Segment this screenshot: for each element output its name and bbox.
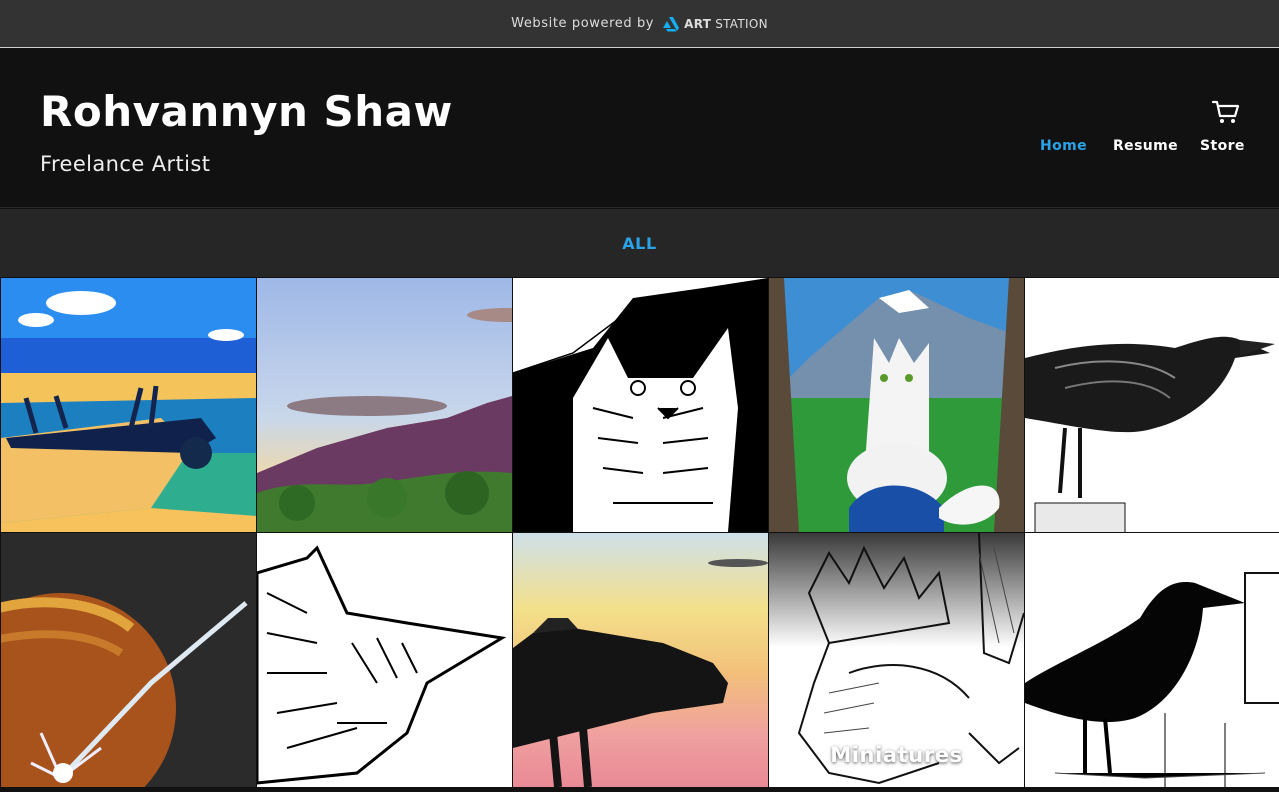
white-fox-painting-image xyxy=(769,278,1024,532)
artwork-tile-crow[interactable] xyxy=(1025,533,1279,787)
crow-drawing-image xyxy=(1025,533,1279,787)
artwork-tile-planet-impact[interactable] xyxy=(1,533,256,787)
artwork-tile-jet-silhouette[interactable] xyxy=(513,533,768,787)
brand-bold-text: ART xyxy=(684,16,712,31)
artwork-tile-mountain-sunset[interactable] xyxy=(257,278,512,532)
sleeping-kitten-image xyxy=(257,533,512,787)
artwork-tile-raven[interactable] xyxy=(1025,278,1279,532)
site-title[interactable]: Rohvannyn Shaw xyxy=(40,87,453,136)
bobcat-drawing-image xyxy=(513,278,768,532)
tile-caption-miniatures: Miniatures xyxy=(830,743,963,767)
nav-store[interactable]: Store xyxy=(1200,138,1245,154)
jet-silhouette-image xyxy=(513,533,768,787)
artwork-grid: Miniatures xyxy=(0,277,1279,792)
brand-light-text: STATION xyxy=(715,16,768,31)
artstation-logo-icon xyxy=(663,16,680,31)
artwork-tile-biplane[interactable] xyxy=(1,278,256,532)
artwork-tile-miniatures[interactable]: Miniatures xyxy=(769,533,1024,787)
powered-by-text: Website powered by xyxy=(511,16,655,31)
artwork-tile-bobcat[interactable] xyxy=(513,278,768,532)
shopping-cart-icon[interactable] xyxy=(1211,99,1241,125)
filter-all[interactable]: ALL xyxy=(622,234,657,253)
raven-drawing-image xyxy=(1025,278,1279,532)
biplane-painting-image xyxy=(1,278,256,532)
site-subtitle: Freelance Artist xyxy=(40,152,211,176)
category-filter-bar: ALL xyxy=(0,209,1279,277)
artstation-logo-link[interactable]: ART STATION xyxy=(662,16,768,32)
mountain-sunset-image xyxy=(257,278,512,532)
nav-home[interactable]: Home xyxy=(1040,138,1087,154)
artwork-tile-white-fox[interactable] xyxy=(769,278,1024,532)
artwork-tile-sleeping-kitten[interactable] xyxy=(257,533,512,787)
planet-impact-image xyxy=(1,533,256,787)
site-header: Rohvannyn Shaw Freelance Artist Home Res… xyxy=(0,49,1279,208)
nav-resume[interactable]: Resume xyxy=(1113,138,1178,154)
powered-by-bar: Website powered by ART STATION xyxy=(0,0,1279,48)
